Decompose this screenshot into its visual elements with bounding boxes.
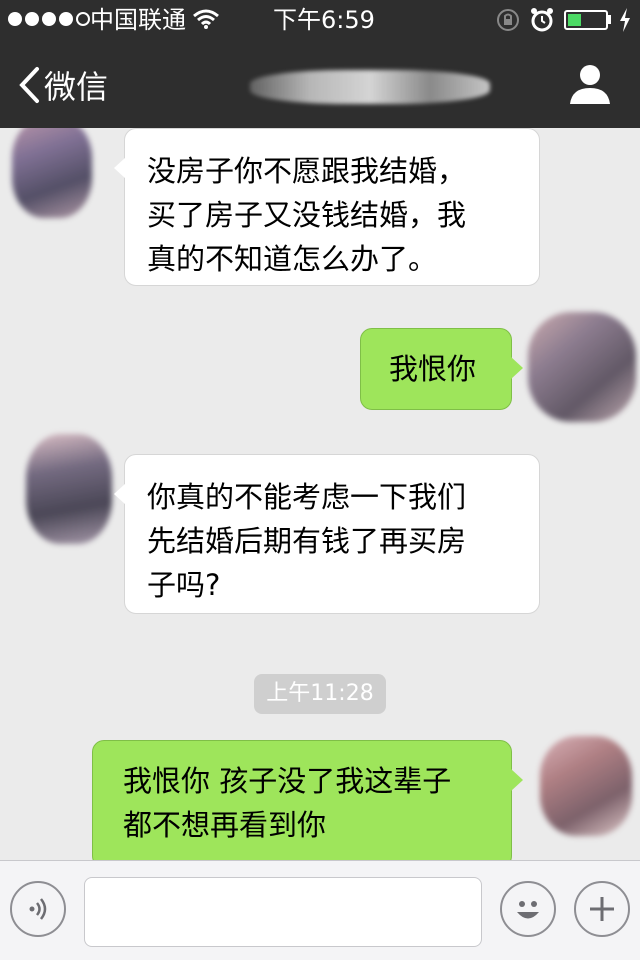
chat-area[interactable]: 没房子你不愿跟我结婚， 买了房子又没钱结婚，我 真的不知道怎么办了。 我恨你 你… bbox=[0, 128, 640, 860]
status-bar: 中国联通 下午6:59 bbox=[0, 0, 640, 40]
alarm-icon bbox=[531, 8, 553, 32]
message-bubble-incoming[interactable]: 你真的不能考虑一下我们 先结婚后期有钱了再买房 子吗? bbox=[114, 454, 540, 614]
bubble-tail bbox=[114, 157, 126, 179]
back-button[interactable]: 微信 bbox=[18, 62, 108, 108]
chat-timestamp: 上午11:28 bbox=[254, 674, 386, 714]
message-bubble-incoming[interactable]: 没房子你不愿跟我结婚， 买了房子又没钱结婚，我 真的不知道怎么办了。 bbox=[114, 128, 540, 286]
bubble-tail bbox=[511, 769, 523, 791]
message-input[interactable] bbox=[84, 877, 482, 947]
voice-button[interactable] bbox=[10, 881, 66, 937]
wifi-icon bbox=[193, 9, 219, 29]
chevron-left-icon bbox=[19, 67, 39, 103]
back-label: 微信 bbox=[44, 68, 109, 106]
message-text: 你真的不能考虑一下我们 先结婚后期有钱了再买房 子吗? bbox=[147, 480, 467, 602]
carrier-name: 中国联通 bbox=[90, 6, 186, 34]
voice-icon bbox=[29, 898, 47, 920]
message-bubble-outgoing[interactable]: 我恨你 孩子没了我这辈子 都不想再看到你 bbox=[92, 740, 523, 860]
bubble-tail bbox=[511, 357, 523, 379]
input-bar bbox=[0, 860, 640, 960]
message-text: 我恨你 bbox=[389, 352, 477, 386]
charging-icon bbox=[620, 8, 630, 32]
avatar[interactable] bbox=[524, 304, 640, 434]
rotation-lock-icon bbox=[497, 9, 519, 31]
battery-icon bbox=[564, 10, 608, 30]
redacted-contact-name bbox=[250, 60, 490, 110]
message-bubble-outgoing[interactable]: 我恨你 bbox=[360, 328, 523, 410]
message-text: 没房子你不愿跟我结婚， 买了房子又没钱结婚，我 真的不知道怎么办了。 bbox=[147, 154, 467, 276]
profile-icon[interactable] bbox=[568, 62, 612, 106]
message-text: 我恨你 孩子没了我这辈子 都不想再看到你 bbox=[123, 764, 452, 842]
plus-icon bbox=[590, 897, 614, 921]
bubble-tail bbox=[114, 483, 126, 505]
avatar[interactable] bbox=[536, 728, 640, 858]
plus-button[interactable] bbox=[574, 881, 630, 937]
nav-bar: 微信 bbox=[0, 40, 640, 128]
status-time: 下午6:59 bbox=[273, 6, 375, 34]
emoji-button[interactable] bbox=[500, 881, 556, 937]
emoji-icon bbox=[517, 901, 539, 919]
avatar[interactable] bbox=[20, 418, 120, 558]
signal-dots-icon bbox=[8, 12, 90, 26]
battery-cap bbox=[608, 15, 611, 24]
avatar[interactable] bbox=[2, 128, 102, 228]
